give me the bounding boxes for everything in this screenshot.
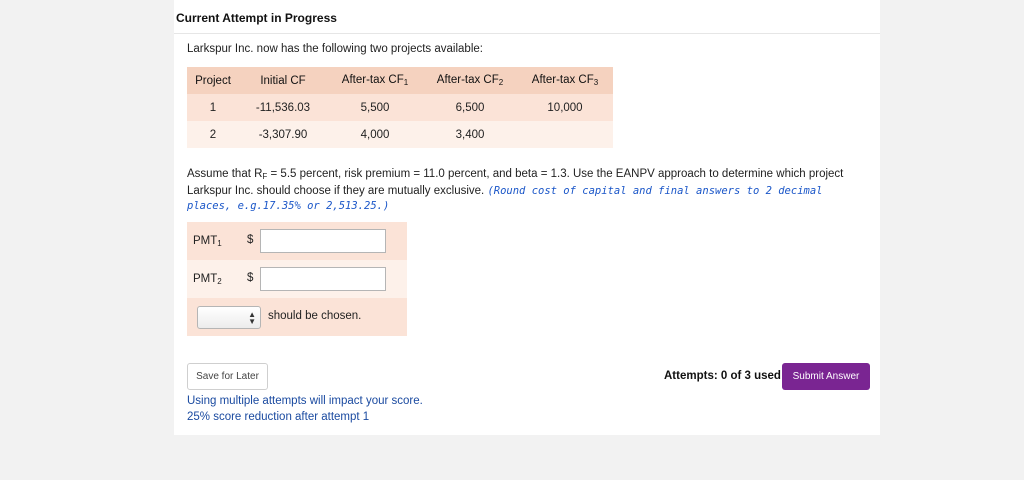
cell-cf3: 10,000 [517,94,613,121]
table-row: 1 -11,536.03 5,500 6,500 10,000 [187,94,613,121]
select-arrows-icon: ▲ ▼ [248,310,256,326]
warning-line-1: Using multiple attempts will impact your… [187,395,423,407]
chosen-label: should be chosen. [268,310,362,322]
question-intro: Larkspur Inc. now has the following two … [187,43,483,55]
cell-project: 1 [187,94,239,121]
pmt2-row: PMT2 $ [187,260,407,298]
pmt1-input[interactable] [260,229,386,253]
header-project: Project [187,67,239,94]
submit-answer-button[interactable]: Submit Answer [782,363,870,390]
currency-symbol: $ [247,272,254,284]
header-after-tax-cf2: After-tax CF2 [423,67,517,94]
project-choice-row: ▲ ▼ should be chosen. [187,298,407,336]
header-after-tax-cf3: After-tax CF3 [517,67,613,94]
pmt2-input[interactable] [260,267,386,291]
project-select[interactable]: ▲ ▼ [197,306,261,329]
warning-line-2: 25% score reduction after attempt 1 [187,411,370,423]
page-title: Current Attempt in Progress [176,11,337,25]
question-text: Assume that RF = 5.5 percent, risk premi… [187,168,844,212]
answer-form: PMT1 $ PMT2 $ ▲ ▼ should be chosen. [187,222,407,336]
projects-table: Project Initial CF After-tax CF1 After-t… [187,67,613,148]
cell-project: 2 [187,121,239,148]
attempt-warning: Using multiple attempts will impact your… [187,393,423,425]
cell-cf1: 4,000 [327,121,423,148]
table-header-row: Project Initial CF After-tax CF1 After-t… [187,67,613,94]
pmt1-label: PMT1 [193,235,222,248]
currency-symbol: $ [247,234,254,246]
title-divider [174,33,880,34]
header-after-tax-cf1: After-tax CF1 [327,67,423,94]
cell-cf2: 3,400 [423,121,517,148]
table-row: 2 -3,307.90 4,000 3,400 [187,121,613,148]
header-initial-cf: Initial CF [239,67,327,94]
attempts-counter: Attempts: 0 of 3 used [664,370,781,382]
save-for-later-button[interactable]: Save for Later [187,363,268,390]
question-card: Current Attempt in Progress Larkspur Inc… [174,0,880,435]
cell-initial-cf: -11,536.03 [239,94,327,121]
pmt2-label: PMT2 [193,273,222,286]
cell-cf1: 5,500 [327,94,423,121]
cell-cf2: 6,500 [423,94,517,121]
cell-cf3 [517,121,613,148]
pmt1-row: PMT1 $ [187,222,407,260]
cell-initial-cf: -3,307.90 [239,121,327,148]
